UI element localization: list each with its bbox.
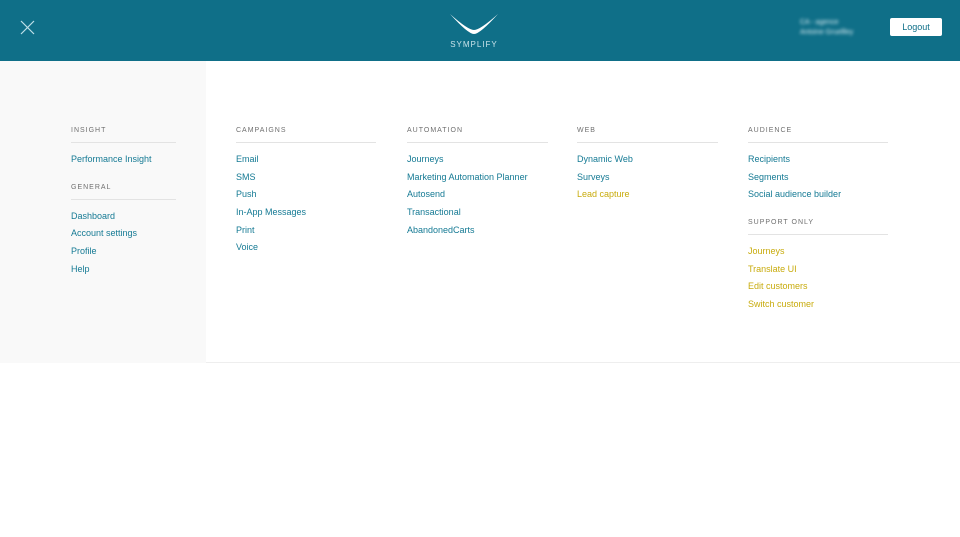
menu-link-in-app-messages[interactable]: In-App Messages bbox=[236, 206, 376, 224]
menu-link-marketing-automation-planner[interactable]: Marketing Automation Planner bbox=[407, 171, 548, 189]
menu-column: CAMPAIGNS Email SMS Push In-App Messages Prin… bbox=[236, 127, 376, 259]
section-title: INSIGHT bbox=[71, 127, 176, 143]
menu-link-transactional[interactable]: Transactional bbox=[407, 206, 548, 224]
user-name: Antoine Gruellley bbox=[800, 29, 854, 36]
menu-link-journeys[interactable]: Journeys bbox=[748, 245, 888, 263]
logo-text: SYMPLIFY bbox=[450, 40, 498, 49]
user-customer: CA - agence bbox=[800, 19, 839, 26]
menu-link-lead-capture[interactable]: Lead capture bbox=[577, 188, 718, 206]
section-title: SUPPORT ONLY bbox=[748, 219, 888, 236]
menu-link-profile[interactable]: Profile bbox=[71, 245, 176, 263]
menu-link-help[interactable]: Help bbox=[71, 263, 176, 281]
menu-link-dashboard[interactable]: Dashboard bbox=[71, 210, 176, 228]
user-info: CA - agence Antoine Gruellley bbox=[800, 18, 853, 38]
menu-link-account-settings[interactable]: Account settings bbox=[71, 227, 176, 245]
menu-column: INSIGHT Performance Insight GENERAL Dashboa… bbox=[71, 127, 176, 280]
menu-link-print[interactable]: Print bbox=[236, 224, 376, 242]
menu-column: AUTOMATION Journeys Marketing Automation P… bbox=[407, 127, 548, 241]
top-bar: SYMPLIFY CA - agence Antoine Gruellley L… bbox=[0, 0, 960, 61]
menu-link-sms[interactable]: SMS bbox=[236, 171, 376, 189]
menu-link-email[interactable]: Email bbox=[236, 153, 376, 171]
menu-link-segments[interactable]: Segments bbox=[748, 171, 888, 189]
section-title: WEB bbox=[577, 127, 718, 143]
menu-link-recipients[interactable]: Recipients bbox=[748, 153, 888, 171]
menu-link-journeys[interactable]: Journeys bbox=[407, 153, 548, 171]
menu-link-abandonedcarts[interactable]: AbandonedCarts bbox=[407, 224, 548, 242]
menu-link-performance-insight[interactable]: Performance Insight bbox=[71, 153, 176, 171]
menu-link-switch-customer[interactable]: Switch customer bbox=[748, 298, 888, 316]
menu-column: AUDIENCE Recipients Segments Social audienc… bbox=[748, 127, 888, 316]
symplify-logo[interactable]: SYMPLIFY bbox=[448, 12, 500, 50]
menu-link-autosend[interactable]: Autosend bbox=[407, 188, 548, 206]
menu-link-edit-customers[interactable]: Edit customers bbox=[748, 280, 888, 298]
menu-link-social-audience-builder[interactable]: Social audience builder bbox=[748, 188, 888, 206]
menu-link-surveys[interactable]: Surveys bbox=[577, 171, 718, 189]
main-menu: INSIGHT Performance Insight GENERAL Dashboa… bbox=[0, 61, 960, 363]
close-menu-button[interactable] bbox=[19, 19, 36, 36]
section-title: AUDIENCE bbox=[748, 127, 888, 143]
logo-chevron-icon bbox=[450, 14, 498, 34]
menu-column: WEB Dynamic Web Surveys Lead capture bbox=[577, 127, 718, 206]
menu-link-dynamic-web[interactable]: Dynamic Web bbox=[577, 153, 718, 171]
logout-button[interactable]: Logout bbox=[890, 18, 942, 36]
section-title: AUTOMATION bbox=[407, 127, 548, 143]
section-title: GENERAL bbox=[71, 184, 176, 200]
close-icon bbox=[20, 20, 35, 35]
menu-link-push[interactable]: Push bbox=[236, 188, 376, 206]
section-title: CAMPAIGNS bbox=[236, 127, 376, 143]
menu-link-voice[interactable]: Voice bbox=[236, 241, 376, 259]
menu-link-translate-ui[interactable]: Translate UI bbox=[748, 263, 888, 281]
